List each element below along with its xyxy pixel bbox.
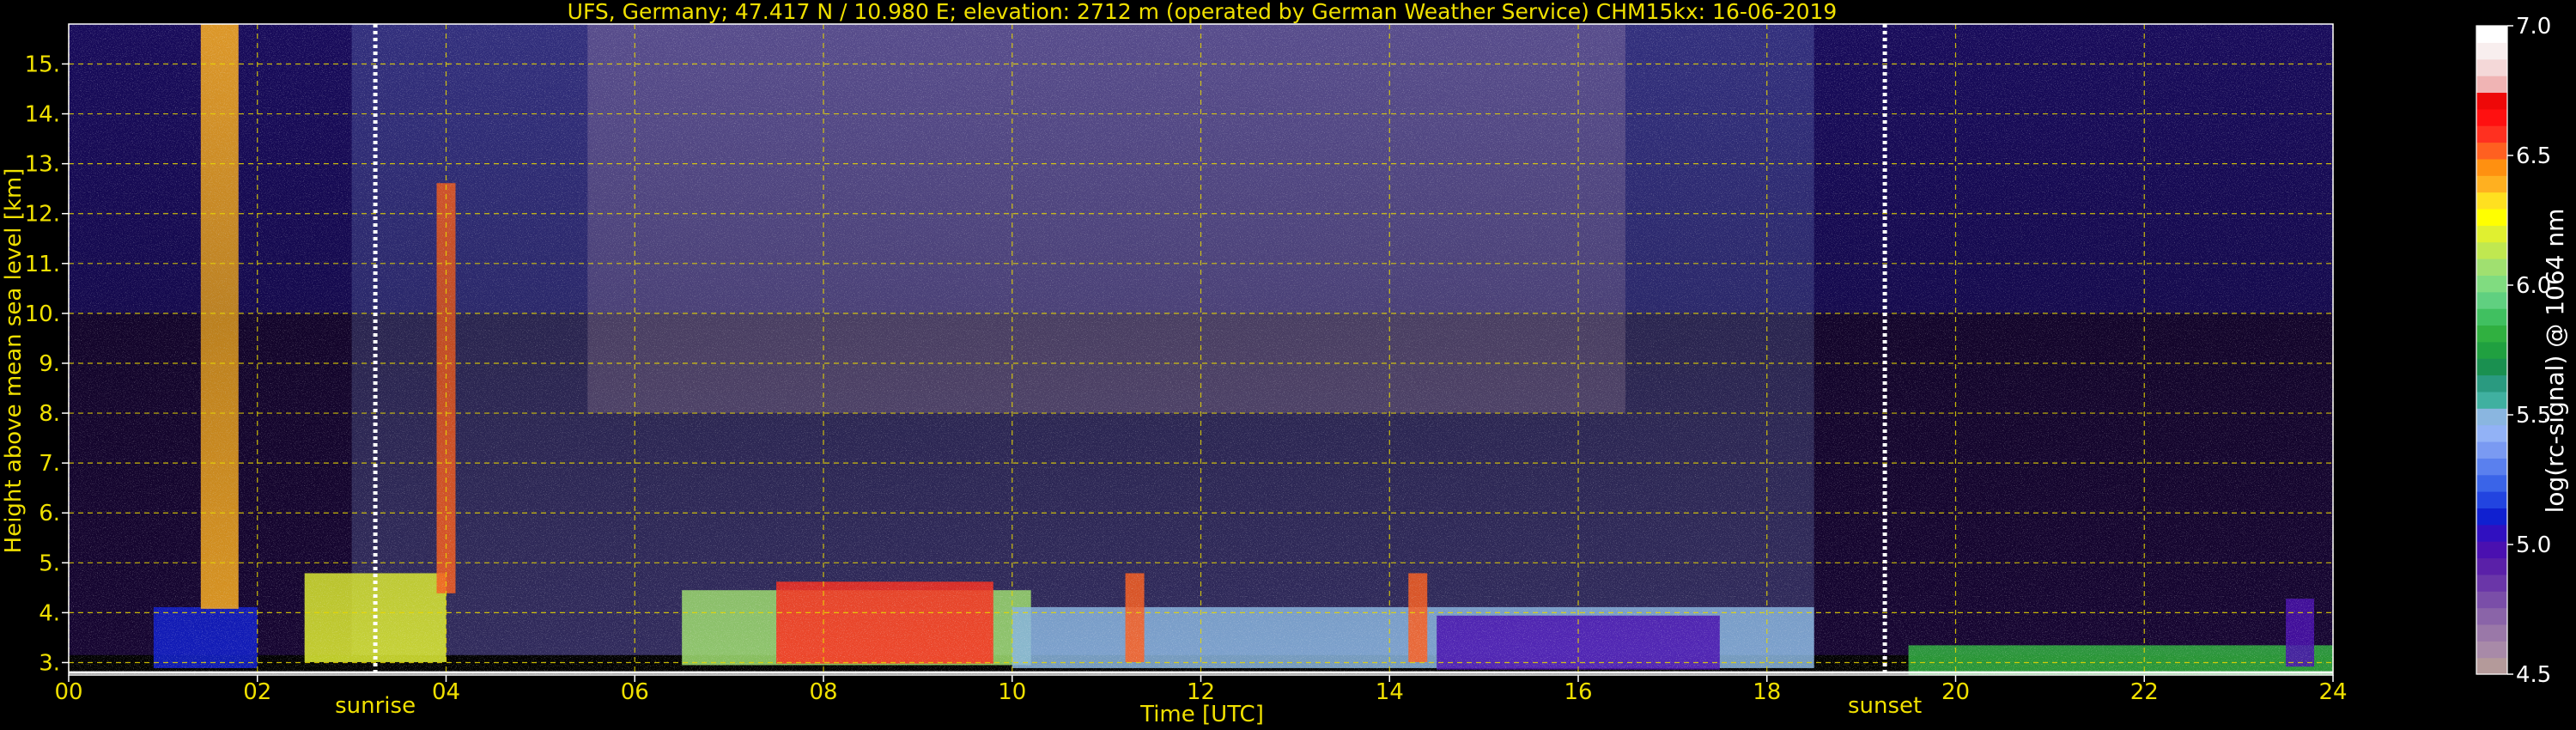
colorbar-swatch [2476, 208, 2507, 226]
x-tick-label: 14 [1376, 679, 1404, 705]
colorbar-swatch [2476, 259, 2507, 276]
colorbar-tick-label: 5.0 [2516, 532, 2551, 558]
colorbar-swatch [2476, 358, 2507, 376]
y-axis-label: Height above mean sea level [km] [1, 168, 27, 554]
colorbar-swatch [2476, 192, 2507, 210]
ceilometer-chart: sunrise sunset 3. 4. 5. 6. 7. 8. 9. 10. 11. 12. 13.… [1, 0, 2569, 727]
y-tick-label: 4. [39, 600, 60, 626]
y-tick-label: 14. [25, 102, 60, 128]
colorbar-swatch [2476, 308, 2507, 326]
colorbar-swatch [2476, 125, 2507, 143]
colorbar-swatch [2476, 474, 2507, 492]
x-tick-label: 24 [2318, 679, 2347, 705]
colorbar-swatch [2476, 374, 2507, 392]
sunrise-label: sunrise [335, 693, 416, 719]
colorbar-swatch [2476, 408, 2507, 426]
colorbar-swatch [2476, 441, 2507, 459]
x-tick-label: 10 [998, 679, 1026, 705]
colorbar-swatch [2476, 158, 2507, 176]
x-tick-label: 20 [1941, 679, 1970, 705]
x-tick-label: 04 [432, 679, 460, 705]
x-tick-label: 18 [1753, 679, 1781, 705]
colorbar-label: log(rc-signal) @ 1064 nm [2541, 209, 2569, 514]
x-tick-label: 00 [54, 679, 82, 705]
x-tick-label: 02 [243, 679, 271, 705]
y-tick-label: 8. [39, 401, 60, 427]
x-tick-label: 16 [1564, 679, 1592, 705]
colorbar-swatch [2476, 341, 2507, 359]
colorbar-swatch [2476, 541, 2507, 559]
colorbar-swatch [2476, 557, 2507, 575]
colorbar-swatch [2476, 607, 2507, 625]
colorbar-swatch [2476, 641, 2507, 659]
colorbar-swatch [2476, 524, 2507, 542]
y-tick-label: 13. [25, 152, 60, 178]
colorbar-swatch [2476, 241, 2507, 259]
colorbar-swatch [2476, 92, 2507, 110]
colorbar-swatch [2476, 624, 2507, 642]
colorbar-swatch [2476, 26, 2507, 43]
colorbar-swatch [2476, 108, 2507, 126]
y-tick-label: 6. [39, 501, 60, 526]
colorbar-swatch [2476, 291, 2507, 309]
y-tick-label: 12. [25, 202, 60, 228]
sunset-label: sunset [1848, 693, 1922, 719]
colorbar-tick-label: 7.0 [2516, 14, 2551, 40]
colorbar-swatch [2476, 142, 2507, 160]
x-tick-label: 08 [809, 679, 837, 705]
colorbar-swatch [2476, 275, 2507, 293]
y-tick-label: 3. [39, 650, 60, 676]
x-tick-label: 22 [2130, 679, 2159, 705]
colorbar-swatch [2476, 175, 2507, 193]
colorbar-swatch [2476, 391, 2507, 409]
colorbar-swatch [2476, 58, 2507, 76]
colorbar-swatch [2476, 574, 2507, 592]
chart-title: UFS, Germany; 47.417 N / 10.980 E; eleva… [568, 0, 1838, 24]
colorbar-swatch [2476, 657, 2507, 675]
colorbar-swatch [2476, 42, 2507, 60]
colorbar-swatch [2476, 325, 2507, 343]
y-tick-label: 10. [25, 301, 60, 327]
colorbar-swatch [2476, 508, 2507, 526]
colorbar-tick-label: 6.5 [2516, 143, 2551, 169]
colorbar-swatch [2476, 76, 2507, 94]
colorbar-swatch [2476, 491, 2507, 509]
colorbar-swatch [2476, 424, 2507, 442]
colorbar-swatch [2476, 225, 2507, 243]
x-tick-label: 06 [621, 679, 649, 705]
x-axis-label: Time [UTC] [1139, 702, 1264, 727]
colorbar-swatch [2476, 458, 2507, 476]
y-tick-label: 9. [39, 351, 60, 377]
y-tick-label: 15. [25, 52, 60, 77]
y-tick-label: 5. [39, 551, 60, 576]
y-tick-label: 11. [25, 252, 60, 277]
y-tick-label: 7. [39, 451, 60, 477]
colorbar-tick-label: 4.5 [2516, 662, 2551, 688]
colorbar-swatch [2476, 591, 2507, 609]
